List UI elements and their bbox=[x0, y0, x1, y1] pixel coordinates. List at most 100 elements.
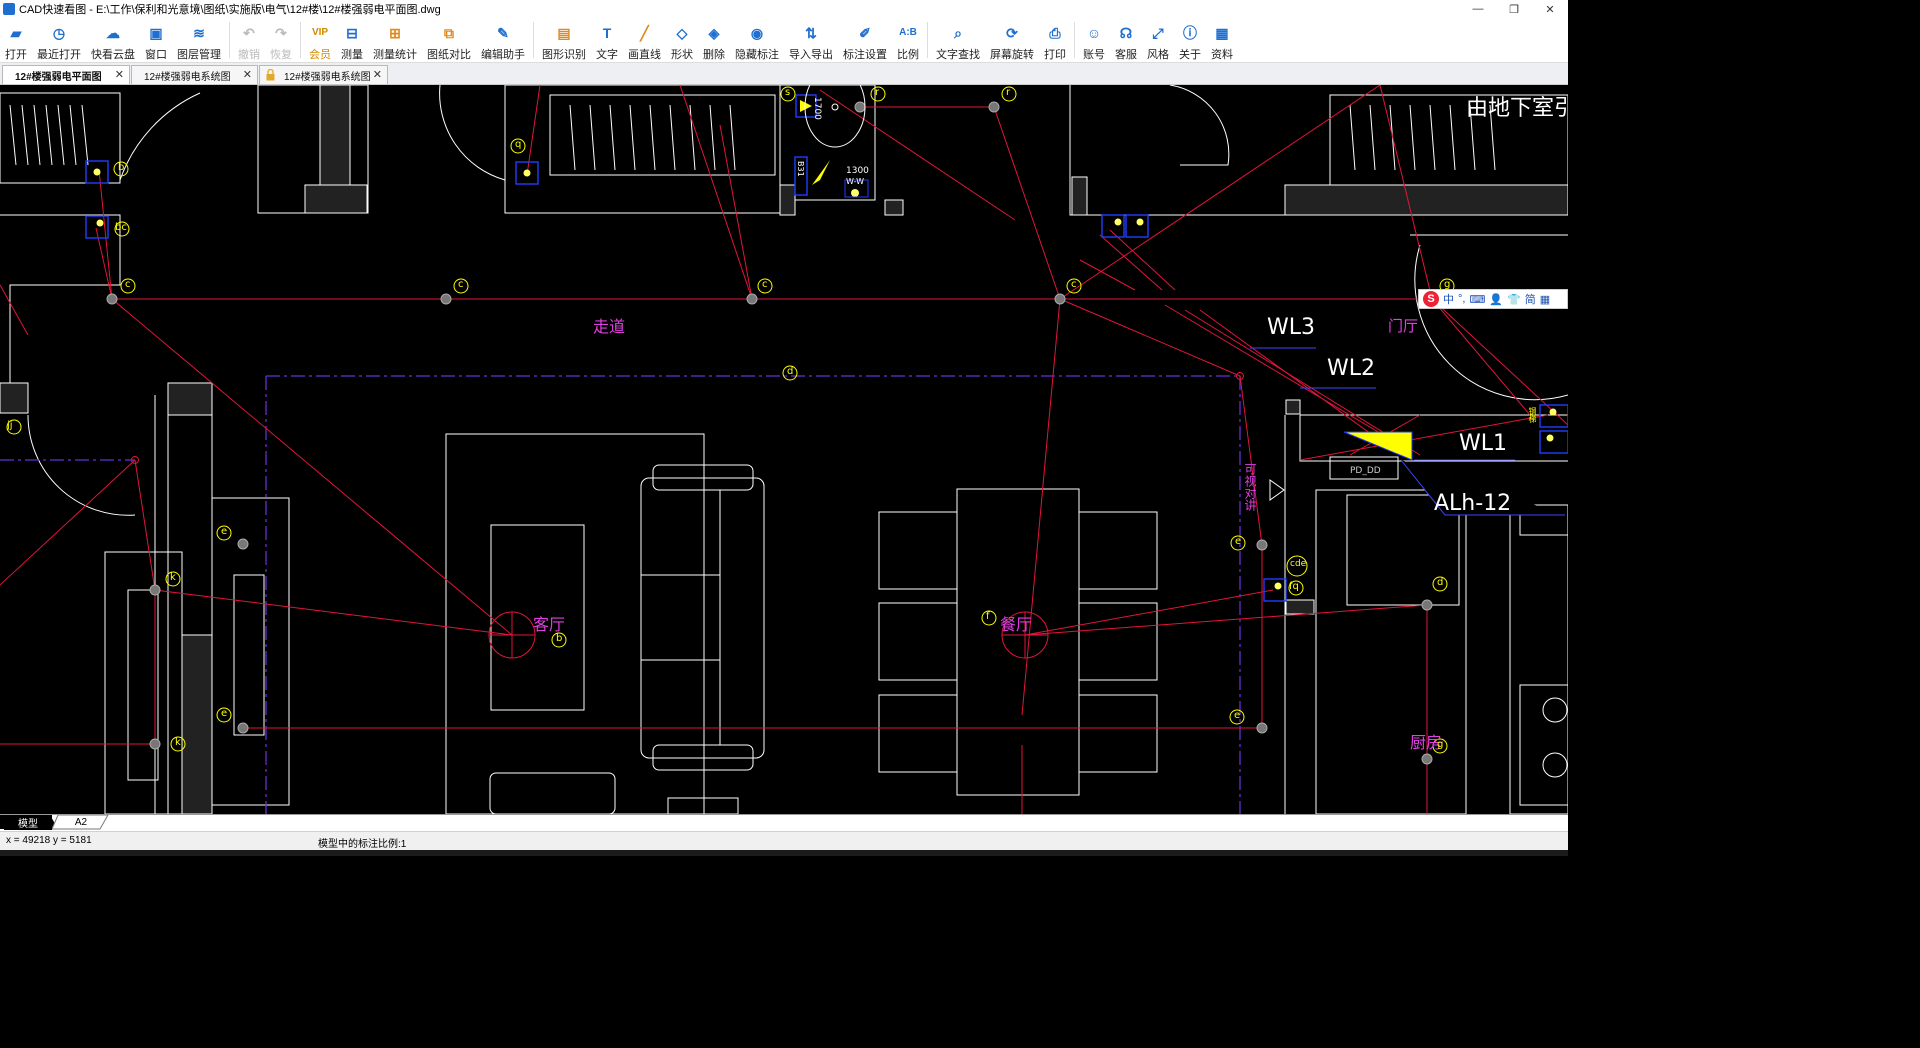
wall-column bbox=[0, 382, 29, 414]
ime-glyph[interactable]: 简 bbox=[1525, 291, 1536, 307]
marker-label: bc bbox=[115, 222, 127, 233]
toolbar-button-redo[interactable]: ↷ 恢复 bbox=[265, 18, 297, 62]
toolbar-button-info[interactable]: ⓘ 关于 bbox=[1174, 18, 1206, 62]
room-label-intercom: 可视对讲 bbox=[1243, 463, 1257, 511]
toolbar-separator bbox=[927, 22, 928, 58]
toolbar-button-headset[interactable]: ☊ 客服 bbox=[1110, 18, 1142, 62]
toolbar-button-vip[interactable]: VIP 会员 bbox=[304, 18, 336, 62]
app-logo-icon bbox=[3, 3, 15, 15]
marker-layer bbox=[6, 86, 1455, 754]
hide-icon: ◉ bbox=[750, 25, 764, 41]
wall-column bbox=[1285, 399, 1301, 415]
window-title: CAD快速看图 - E:\工作\保利和光意境\图纸\实施版\电气\12#楼\12… bbox=[19, 4, 441, 16]
toolbar-label: 资料 bbox=[1211, 49, 1233, 61]
close-window-button[interactable]: ✕ bbox=[1532, 0, 1568, 18]
layout-tab-model[interactable]: 模型 bbox=[4, 815, 52, 830]
steel-ladder-label: 钢梯 bbox=[1528, 407, 1537, 423]
toolbar-button-window[interactable]: ▣ 窗口 bbox=[140, 18, 172, 62]
toolbar-button-measure-stats[interactable]: ⊞ 测量统计 bbox=[368, 18, 422, 62]
toolbar-label: 图纸对比 bbox=[427, 49, 471, 61]
toolbar-label: 文字查找 bbox=[936, 49, 980, 61]
toolbar-button-line[interactable]: ╱ 画直线 bbox=[623, 18, 666, 62]
maximize-button[interactable]: ❐ bbox=[1496, 0, 1532, 18]
toolbar-button-text-search[interactable]: ⌕ 文字查找 bbox=[931, 18, 985, 62]
wire bbox=[1079, 229, 1176, 291]
ime-glyph[interactable]: 👕 bbox=[1507, 293, 1521, 306]
ime-glyph[interactable]: 中 bbox=[1443, 291, 1454, 307]
toolbar-button-compare[interactable]: ⧉ 图纸对比 bbox=[422, 18, 476, 62]
toolbar-button-rotate[interactable]: ⟳ 屏幕旋转 bbox=[985, 18, 1039, 62]
wall-column bbox=[181, 634, 213, 814]
measure-stats-icon: ⊞ bbox=[389, 25, 401, 41]
toolbar-button-shape-recognition[interactable]: ▤ 图形识别 bbox=[537, 18, 591, 62]
marker-label: k bbox=[170, 572, 176, 583]
toolbar-button-annotation-settings[interactable]: ✐ 标注设置 bbox=[838, 18, 892, 62]
toolbar-button-edit-helper[interactable]: ✎ 编辑助手 bbox=[476, 18, 530, 62]
toolbar-button-hide[interactable]: ◉ 隐藏标注 bbox=[730, 18, 784, 62]
ime-glyph[interactable]: 👤 bbox=[1489, 293, 1503, 306]
toolbar-button-style[interactable]: ⤢ 风格 bbox=[1142, 18, 1174, 62]
ime-glyph[interactable]: S bbox=[1423, 291, 1439, 307]
toolbar-label: 图形识别 bbox=[542, 49, 586, 61]
tab-strong-weak-system-2[interactable]: 12#楼强弱电系统图 ✕ bbox=[259, 65, 388, 84]
drawing-canvas[interactable]: 走道 门厅 客厅 餐厅 厨房 可视对讲 WL3 WL2 WL1 ALh-12 由… bbox=[0, 85, 1568, 814]
dining-table bbox=[956, 488, 1080, 796]
minimize-button[interactable]: — bbox=[1460, 0, 1496, 18]
circuit-label-wl1: WL1 bbox=[1459, 431, 1508, 456]
toolbar-button-ruler[interactable]: ⊟ 测量 bbox=[336, 18, 368, 62]
toolbar-button-folder[interactable]: ▰ 打开 bbox=[0, 18, 32, 62]
tab-label: 12#楼强弱电系统图 bbox=[284, 71, 371, 83]
marker-label: f bbox=[986, 611, 990, 622]
toolbar-button-layers[interactable]: ≋ 图层管理 bbox=[172, 18, 226, 62]
toolbar-button-scale[interactable]: A:B 比例 bbox=[892, 18, 924, 62]
toolbar-button-import-export[interactable]: ⇅ 导入导出 bbox=[784, 18, 838, 62]
layout-tab-a2[interactable]: A2 bbox=[58, 815, 104, 830]
docs-icon: ▦ bbox=[1215, 25, 1229, 41]
toolbar-label: 删除 bbox=[703, 49, 725, 61]
floor-plan-drawing[interactable] bbox=[0, 85, 1568, 814]
toolbar-separator bbox=[533, 22, 534, 58]
toolbar-button-eraser[interactable]: ◈ 删除 bbox=[698, 18, 730, 62]
wall-column bbox=[304, 184, 368, 214]
sofa-cushion-lines bbox=[641, 490, 721, 745]
marker-label: b bbox=[556, 633, 563, 644]
title-bar: CAD快速看图 - E:\工作\保利和光意境\图纸\实施版\电气\12#楼\12… bbox=[0, 0, 1568, 18]
marker-label: b bbox=[118, 162, 125, 173]
toolbar-button-docs[interactable]: ▦ 资料 bbox=[1206, 18, 1238, 62]
chair-outline bbox=[489, 772, 616, 814]
wire bbox=[1431, 298, 1568, 426]
marker-label: e bbox=[1235, 536, 1242, 547]
fixture-height-1300: 1300 bbox=[846, 166, 869, 176]
tab-strong-weak-plan[interactable]: 12#楼强弱电平面图 ✕ bbox=[2, 65, 130, 84]
wire bbox=[0, 284, 136, 586]
ime-glyph[interactable]: ▦ bbox=[1540, 293, 1550, 306]
toolbar-label: 形状 bbox=[671, 49, 693, 61]
distribution-box bbox=[1343, 431, 1413, 461]
marker-label: cde bbox=[1290, 559, 1307, 569]
toolbar-button-cloud[interactable]: ☁ 快看云盘 bbox=[86, 18, 140, 62]
toolbar-separator bbox=[1074, 22, 1075, 58]
toolbar-button-print[interactable]: ⎙ 打印 bbox=[1039, 18, 1071, 62]
scale-icon: A:B bbox=[899, 27, 917, 38]
shape-icon: ◇ bbox=[676, 25, 688, 41]
toolbar-label: 比例 bbox=[897, 49, 919, 61]
toolbar-label: 账号 bbox=[1083, 49, 1105, 61]
cabinet-inner bbox=[233, 574, 265, 736]
tab-strong-weak-system-1[interactable]: 12#楼强弱电系统图 ✕ bbox=[131, 65, 258, 84]
ime-glyph[interactable]: ⌨ bbox=[1469, 293, 1485, 306]
toolbar-button-shape[interactable]: ◇ 形状 bbox=[666, 18, 698, 62]
marker-label: k bbox=[175, 737, 181, 748]
close-icon[interactable]: ✕ bbox=[115, 68, 124, 81]
close-icon[interactable]: ✕ bbox=[373, 68, 382, 81]
toolbar-button-text[interactable]: T 文字 bbox=[591, 18, 623, 62]
toolbar-button-undo[interactable]: ↶ 撤销 bbox=[233, 18, 265, 62]
wall-column bbox=[779, 184, 796, 216]
toolbar-button-clock[interactable]: ◷ 最近打开 bbox=[32, 18, 86, 62]
ime-toolbar[interactable]: S 中 °, ⌨ 👤 👕 简 ▦ bbox=[1418, 289, 1568, 309]
toolbar-button-user[interactable]: ☺ 账号 bbox=[1078, 18, 1110, 62]
ime-glyph[interactable]: °, bbox=[1458, 293, 1465, 305]
document-tab-bar: 12#楼强弱电平面图 ✕ 12#楼强弱电系统图 ✕ 12#楼强弱电系统图 ✕ bbox=[0, 63, 1568, 85]
close-icon[interactable]: ✕ bbox=[243, 68, 252, 81]
annotation-scale: 模型中的标注比例:1 bbox=[318, 839, 407, 850]
toolbar-label: 快看云盘 bbox=[91, 49, 135, 61]
